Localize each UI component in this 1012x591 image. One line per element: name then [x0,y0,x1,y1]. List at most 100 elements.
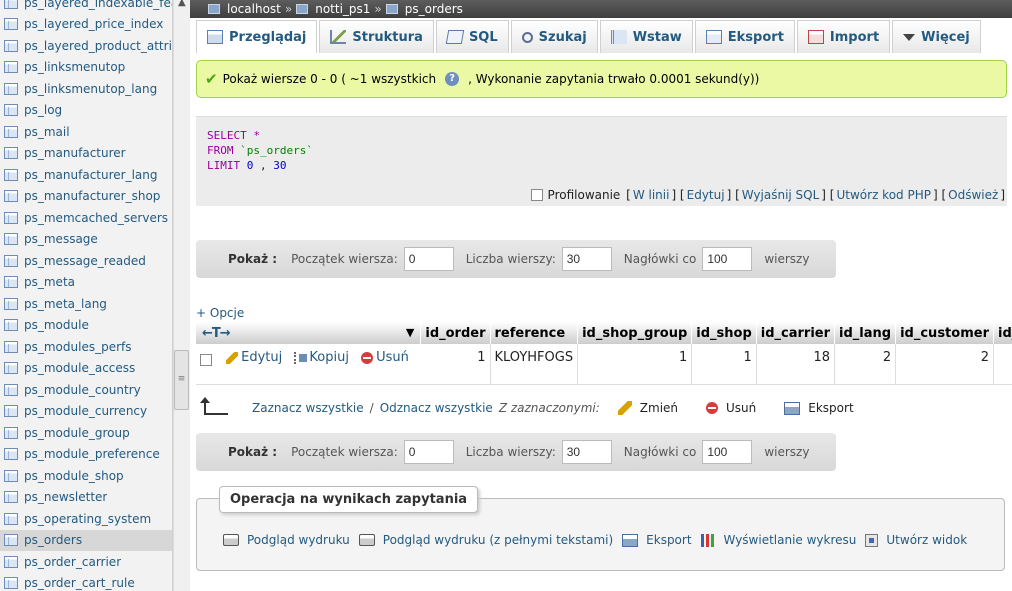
table-icon[interactable] [4,469,18,482]
column-header[interactable]: id_cart [993,322,1012,344]
edit-row-button[interactable]: Edytuj [226,350,282,365]
column-move-arrows-icon[interactable]: ←T→ [202,326,231,341]
column-header[interactable]: id_shop_group [577,322,693,344]
sidebar-table-item[interactable]: ps_layered_product_attrib [0,35,172,57]
sidebar-table-label[interactable]: ps_mail [24,125,70,139]
table-cell[interactable]: 2 [834,344,897,385]
copy-row-button[interactable]: Kopiuj [294,350,349,365]
change-selected-button[interactable]: Zmień [617,401,678,415]
edit-query-link[interactable]: Edytuj [687,188,725,202]
breadcrumb-table[interactable]: ps_orders [405,2,463,16]
sidebar-scrollbar-thumb[interactable]: ≡ [174,350,189,410]
sidebar-table-label[interactable]: ps_manufacturer_lang [24,168,158,182]
table-icon[interactable] [4,276,18,289]
table-icon[interactable] [4,297,18,310]
sidebar-table-item[interactable]: ps_order_cart_rule [0,573,172,591]
sidebar-table-label[interactable]: ps_manufacturer_shop [24,189,160,203]
sidebar-table-label[interactable]: ps_manufacturer [24,146,126,160]
table-icon[interactable] [4,254,18,267]
sidebar-table-item[interactable]: ps_order_carrier [0,551,172,573]
sidebar-table-item[interactable]: ps_module_shop [0,465,172,487]
sidebar-table-item[interactable]: ps_meta [0,272,172,294]
tab-sql[interactable]: SQL [435,20,509,53]
sidebar-table-item[interactable]: ps_newsletter [0,487,172,509]
display-chart-button[interactable]: Wyświetlanie wykresu [700,533,856,547]
breadcrumb-server[interactable]: localhost [227,2,281,16]
table-cell[interactable]: 1 [577,344,693,385]
table-cell[interactable]: KLOYHFOGS [490,344,579,385]
tab-structure[interactable]: Struktura [319,20,434,53]
sidebar-table-label[interactable]: ps_message_readed [24,254,146,268]
table-icon[interactable] [4,233,18,246]
create-view-button[interactable]: Utwórz widok [865,533,967,547]
table-cell[interactable]: 1 [420,344,491,385]
sidebar-table-item[interactable]: ps_orders [0,529,172,551]
table-icon[interactable] [4,104,18,117]
sidebar-table-label[interactable]: ps_module_access [24,361,135,375]
sidebar-table-item[interactable]: ps_module_access [0,358,172,380]
refresh-link[interactable]: Odśwież [948,188,998,202]
sidebar-table-item[interactable]: ps_module_currency [0,401,172,423]
table-icon[interactable] [4,125,18,138]
sidebar-table-item[interactable]: ps_message [0,229,172,251]
column-header[interactable]: id_carrier [756,322,836,344]
sidebar-table-item[interactable]: ps_layered_indexable_fea [0,0,172,14]
sidebar-table-label[interactable]: ps_linksmenutop_lang [24,82,157,96]
sidebar-table-label[interactable]: ps_module_country [24,383,141,397]
sidebar-table-label[interactable]: ps_memcached_servers [24,211,168,225]
table-icon[interactable] [4,319,18,332]
sidebar-table-item[interactable]: ps_manufacturer [0,143,172,165]
uncheck-all-link[interactable]: Odznacz wszystkie [380,401,493,415]
export-selected-button[interactable]: Eksport [784,401,854,415]
table-cell[interactable]: 18 [756,344,836,385]
table-icon[interactable] [4,577,18,590]
check-all-link[interactable]: Zaznacz wszystkie [252,401,364,415]
table-icon[interactable] [4,168,18,181]
print-view-full-button[interactable]: Podgląd wydruku (z pełnymi tekstami) [358,533,613,547]
delete-selected-button[interactable]: Usuń [706,401,756,415]
sidebar-table-label[interactable]: ps_message [24,232,98,246]
sidebar-table-label[interactable]: ps_module_shop [24,469,124,483]
column-header[interactable]: id_lang [834,322,897,344]
tab-more[interactable]: Więcej [892,20,981,53]
table-icon[interactable] [4,362,18,375]
explain-sql-link[interactable]: Wyjaśnij SQL [742,188,820,202]
table-icon[interactable] [4,534,18,547]
sidebar-table-label[interactable]: ps_order_carrier [24,555,121,569]
tab-browse[interactable]: Przeglądaj [196,20,318,53]
sidebar-table-item[interactable]: ps_module_preference [0,444,172,466]
start-row-input[interactable] [403,247,454,271]
sidebar-table-label[interactable]: ps_modules_perfs [24,340,132,354]
table-icon[interactable] [4,211,18,224]
table-cell[interactable]: 1 [691,344,757,385]
sidebar-table-label[interactable]: ps_layered_indexable_fea [24,0,172,10]
table-icon[interactable] [4,190,18,203]
sidebar-table-label[interactable]: ps_layered_price_index [24,17,163,31]
sidebar-table-label[interactable]: ps_operating_system [24,512,151,526]
sidebar-table-item[interactable]: ps_manufacturer_shop [0,186,172,208]
row-count-input[interactable] [561,440,612,464]
tab-insert[interactable]: Wstaw [599,20,693,53]
table-icon[interactable] [4,0,18,9]
table-icon[interactable] [4,383,18,396]
table-icon[interactable] [4,448,18,461]
table-icon[interactable] [4,147,18,160]
sidebar-table-item[interactable]: ps_message_readed [0,250,172,272]
sidebar-table-item[interactable]: ps_operating_system [0,508,172,530]
sidebar-table-label[interactable]: ps_module_group [24,426,130,440]
sidebar-scrollbar[interactable] [173,0,190,591]
column-header[interactable]: reference [490,322,579,344]
table-cell[interactable]: 2 [895,344,994,385]
table-icon[interactable] [4,340,18,353]
sidebar-table-item[interactable]: ps_module_group [0,422,172,444]
sidebar-table-item[interactable]: ps_log [0,100,172,122]
sidebar-table-item[interactable]: ps_module [0,315,172,337]
column-header[interactable]: id_customer [895,322,994,344]
sidebar-table-item[interactable]: ps_manufacturer_lang [0,164,172,186]
headers-every-input[interactable] [702,440,753,464]
sidebar-table-label[interactable]: ps_layered_product_attrib [24,39,172,53]
print-view-button[interactable]: Podgląd wydruku [223,533,350,547]
delete-row-button[interactable]: Usuń [361,350,409,365]
scroll-up-arrow-icon[interactable]: ▲ [178,0,186,8]
export-button[interactable]: Eksport [622,533,692,547]
